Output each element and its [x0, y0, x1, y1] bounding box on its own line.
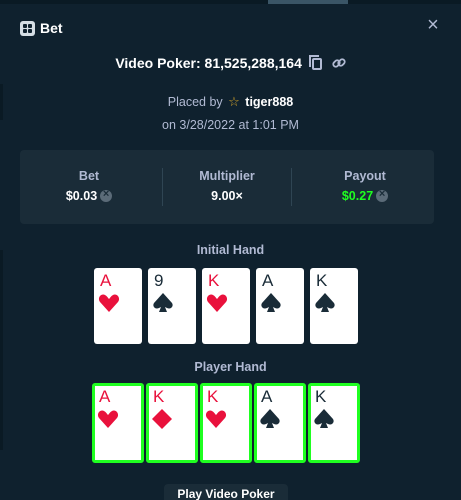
game-id-line: Video Poker: 81,525,288,164	[0, 55, 461, 77]
close-icon[interactable]: ×	[424, 15, 442, 35]
modal-header: Bet ×	[0, 4, 461, 52]
heart-suit-icon	[97, 410, 119, 428]
stat-label: Payout	[344, 169, 386, 183]
heart-suit-icon	[205, 410, 227, 428]
spade-suit-icon	[315, 293, 335, 312]
card-rank: A	[261, 387, 273, 406]
playing-card: K	[308, 383, 360, 463]
modal-title: Bet	[40, 20, 63, 36]
spade-suit-icon	[261, 293, 281, 312]
currency-coin-icon	[100, 188, 113, 202]
stat-value: $0.27	[296, 188, 434, 203]
link-icon[interactable]	[332, 56, 346, 70]
player-hand-label: Player Hand	[194, 360, 267, 374]
diamond-suit-icon	[152, 409, 172, 429]
heart-suit-icon	[98, 294, 120, 312]
spade-suit-icon	[153, 293, 173, 312]
card-rank: K	[207, 387, 219, 406]
stat-multiplier: Multiplier 9.00×	[158, 150, 296, 224]
placed-by-prefix: Placed by	[167, 95, 223, 109]
playing-card: A	[256, 268, 304, 344]
card-rank: A	[100, 271, 112, 290]
username-link[interactable]: tiger888	[245, 95, 293, 109]
copy-icon[interactable]	[308, 55, 322, 70]
stat-bet: Bet $0.03	[20, 150, 158, 224]
card-rank: K	[208, 271, 220, 290]
playing-card: A	[94, 268, 142, 344]
initial-hand-label: Initial Hand	[196, 243, 265, 257]
playing-card: A	[254, 383, 306, 463]
playing-card: K	[200, 383, 252, 463]
card-rank: 9	[154, 271, 164, 290]
playing-card: 9	[148, 268, 196, 344]
bet-date: on 3/28/2022 at 1:01 PM	[162, 118, 299, 132]
placed-by-line: Placed by ☆ tiger888	[0, 94, 461, 110]
card-rank: K	[315, 387, 327, 406]
playing-card: K	[202, 268, 250, 344]
stat-label: Multiplier	[199, 169, 255, 183]
heart-suit-icon	[206, 294, 228, 312]
card-rank: K	[316, 271, 328, 290]
card-rank: K	[153, 387, 165, 406]
bet-slip-icon	[20, 21, 35, 36]
side-strip	[0, 250, 3, 450]
stat-value: $0.03	[20, 188, 158, 203]
stat-label: Bet	[78, 169, 100, 183]
spade-suit-icon	[260, 409, 280, 428]
currency-coin-icon	[376, 188, 389, 202]
card-rank: A	[99, 387, 111, 406]
playing-card: A	[92, 383, 144, 463]
bet-stats-panel: Bet $0.03 Multiplier 9.00× Payout $0.27	[20, 150, 434, 224]
play-video-poker-button[interactable]: Play Video Poker	[164, 484, 288, 500]
stat-value: 9.00×	[211, 189, 243, 203]
playing-card: K	[310, 268, 358, 344]
stat-payout: Payout $0.27	[296, 150, 434, 224]
star-icon: ☆	[228, 94, 240, 109]
playing-card: K	[146, 383, 198, 463]
card-rank: A	[262, 271, 274, 290]
game-id-text: Video Poker: 81,525,288,164	[115, 55, 302, 71]
spade-suit-icon	[314, 409, 334, 428]
divider	[291, 168, 292, 206]
